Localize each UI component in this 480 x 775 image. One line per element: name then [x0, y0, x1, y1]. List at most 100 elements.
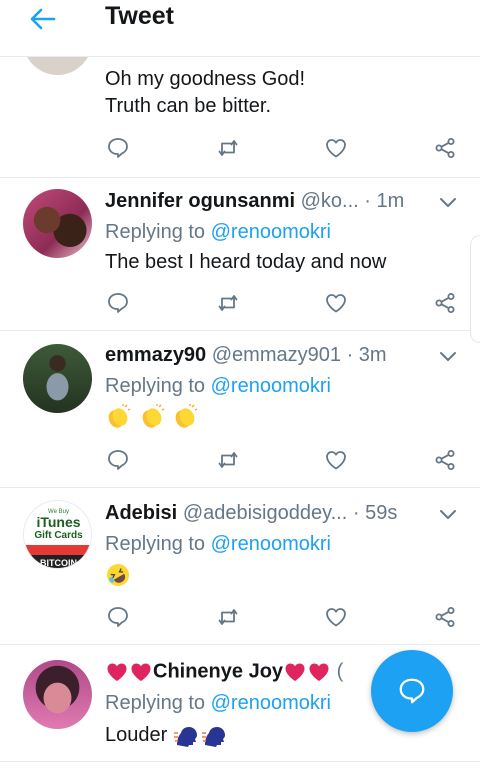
reply-button[interactable] — [103, 133, 133, 163]
side-panel-handle[interactable] — [470, 235, 480, 343]
share-button[interactable] — [430, 445, 460, 475]
chevron-down-icon[interactable] — [438, 350, 458, 364]
replying-to-label: Replying to — [105, 692, 206, 714]
tweet[interactable]: emmazy90 @emmazy901 · 3m Replying to @re… — [0, 331, 480, 488]
user-name[interactable]: Chinenye Joy — [153, 660, 283, 682]
user-handle[interactable]: ( — [337, 660, 344, 682]
tweet-actions — [0, 602, 480, 632]
like-button[interactable] — [321, 602, 351, 632]
avatar-text-brand: iTunes — [36, 514, 80, 530]
speaking-head-icon — [201, 726, 225, 747]
avatar-text-sub: Gift Cards — [34, 530, 83, 541]
retweet-button[interactable] — [213, 602, 243, 632]
avatar-text-bottom: BITCOIN — [40, 558, 77, 568]
mention-link[interactable]: @renoomokri — [211, 375, 331, 397]
user-name[interactable]: Adebisi — [105, 502, 177, 524]
separator-dot: · — [352, 502, 360, 524]
tweet-text-line: Oh my goodness God! — [105, 68, 306, 90]
heart-icon — [326, 294, 346, 313]
user-handle[interactable]: @emmazy901 — [212, 344, 341, 366]
tweet-header: Adebisi @adebisigoddey... · 59s — [105, 502, 397, 525]
user-name[interactable]: emmazy90 — [105, 344, 206, 366]
red-heart-icon — [309, 663, 329, 681]
share-icon — [435, 450, 455, 470]
retweet-icon — [218, 140, 238, 156]
share-icon — [435, 607, 455, 627]
replying-to-label: Replying to — [105, 221, 206, 243]
user-handle[interactable]: @ko... — [301, 190, 359, 212]
replying-to: Replying to @renoomokri — [105, 375, 331, 398]
share-icon — [435, 138, 455, 158]
tweet-emoji-text — [105, 403, 200, 430]
retweet-icon — [218, 452, 238, 468]
clapping-hands-icon — [108, 403, 131, 428]
share-icon — [435, 293, 455, 313]
retweet-button[interactable] — [213, 133, 243, 163]
reply-button[interactable] — [103, 288, 133, 318]
reply-icon — [108, 450, 128, 470]
tweet-text: The best I heard today and now — [105, 251, 387, 273]
clapping-hands-icon — [175, 403, 198, 428]
like-button[interactable] — [321, 288, 351, 318]
tweet-actions — [0, 288, 480, 318]
top-bar: Tweet — [0, 0, 480, 57]
separator-dot: · — [364, 190, 371, 212]
compose-reply-button[interactable] — [371, 650, 453, 732]
heart-icon — [326, 451, 346, 470]
mention-link[interactable]: @renoomokri — [211, 221, 331, 243]
tweet-actions — [0, 133, 480, 163]
reply-icon — [108, 293, 128, 313]
timestamp: 3m — [358, 344, 387, 366]
replying-to-label: Replying to — [105, 375, 206, 397]
tweet-header: emmazy90 @emmazy901 · 3m — [105, 344, 387, 367]
clapping-hands-icon — [142, 403, 164, 428]
retweet-button[interactable] — [213, 445, 243, 475]
reply-icon — [108, 607, 128, 627]
tweet[interactable]: We Buy iTunes Gift Cards BITCOIN Adebisi… — [0, 488, 480, 645]
avatar[interactable] — [23, 344, 92, 413]
mention-link[interactable]: @renoomokri — [211, 692, 331, 714]
like-button[interactable] — [321, 445, 351, 475]
retweet-button[interactable] — [213, 288, 243, 318]
share-button[interactable] — [430, 133, 460, 163]
rolling-on-floor-laughing-icon — [107, 563, 129, 586]
tweet-text-content: Louder — [105, 724, 168, 746]
tweet-header: Jennifer ogunsanmi @ko... · 1m — [105, 190, 404, 213]
share-button[interactable] — [430, 602, 460, 632]
chevron-down-icon[interactable] — [438, 196, 458, 210]
replying-to: Replying to @renoomokri — [105, 533, 331, 556]
back-button[interactable] — [28, 6, 58, 32]
retweet-icon — [218, 609, 238, 625]
user-handle[interactable]: @adebisigoddey... — [183, 502, 347, 524]
separator-dot: · — [346, 344, 354, 366]
mention-link[interactable]: @renoomokri — [211, 533, 331, 555]
avatar[interactable] — [23, 660, 92, 729]
user-name[interactable]: Jennifer ogunsanmi — [105, 190, 295, 212]
reply-button[interactable] — [103, 602, 133, 632]
replying-to-label: Replying to — [105, 533, 206, 555]
avatar[interactable]: We Buy iTunes Gift Cards BITCOIN — [23, 500, 92, 569]
like-button[interactable] — [321, 133, 351, 163]
tweet-text-line: Truth can be bitter. — [105, 95, 272, 117]
chevron-down-icon[interactable] — [438, 508, 458, 522]
reply-button[interactable] — [103, 445, 133, 475]
replying-to: Replying to @renoomokri — [105, 221, 331, 244]
share-button[interactable] — [430, 288, 460, 318]
reply-icon — [108, 138, 128, 158]
tweet[interactable]: Jennifer ogunsanmi @ko... · 1m Replying … — [0, 178, 480, 331]
tweet-header: Chinenye Joy ( — [105, 660, 343, 684]
page-title: Tweet — [105, 2, 174, 30]
red-heart-icon — [131, 663, 151, 681]
itunes-giftcard-logo: We Buy iTunes Gift Cards BITCOIN — [24, 509, 91, 568]
speaking-head-icon — [173, 726, 197, 747]
replying-to: Replying to @renoomokri — [105, 692, 331, 715]
timestamp: 59s — [365, 502, 398, 524]
tweet-text: Louder — [105, 722, 229, 749]
heart-icon — [326, 608, 346, 627]
heart-icon — [326, 139, 346, 158]
red-heart-icon — [285, 663, 305, 681]
avatar[interactable] — [23, 189, 92, 258]
chat-bubble-icon — [399, 678, 425, 704]
red-heart-icon — [107, 663, 127, 681]
tweet-emoji-text — [105, 561, 133, 588]
